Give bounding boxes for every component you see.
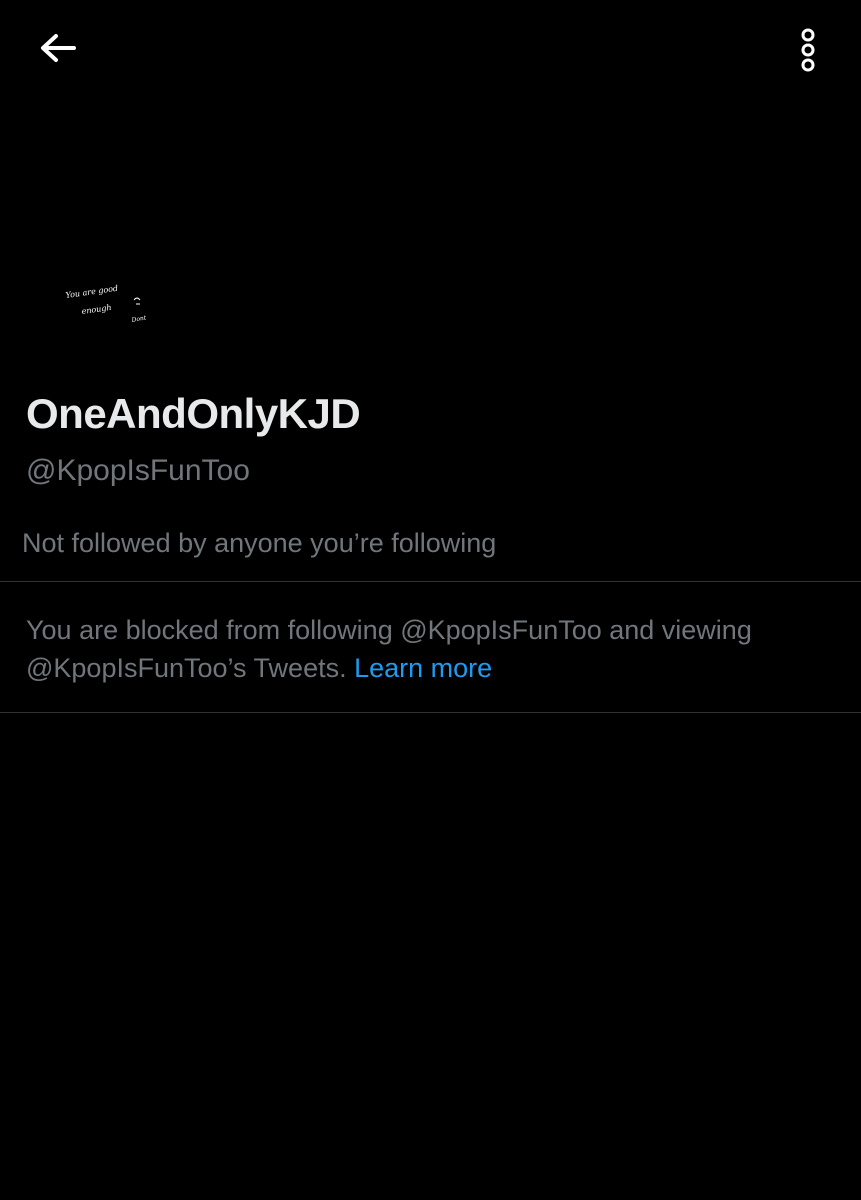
profile-handle: @KpopIsFunToo (26, 454, 250, 487)
avatar-text-line2: enough (81, 303, 112, 316)
avatar-text-line1: You are good (65, 284, 119, 300)
top-app-bar (0, 0, 861, 100)
avatar[interactable]: You are good enough Dont (52, 262, 182, 342)
divider (0, 712, 861, 713)
learn-more-link[interactable]: Learn more (354, 653, 492, 683)
avatar-handwriting-image: You are good enough Dont (65, 284, 147, 324)
arrow-left-icon (41, 34, 76, 62)
more-vertical-icon (801, 28, 815, 72)
followers-you-know-text: Not followed by anyone you’re following (22, 528, 497, 558)
avatar-text-line3: Dont (130, 314, 147, 324)
more-options-button[interactable] (784, 20, 832, 80)
back-button[interactable] (28, 22, 88, 74)
profile-display-name: OneAndOnlyKJD (26, 390, 361, 437)
divider (0, 581, 861, 582)
blocked-notice: You are blocked from following @KpopIsFu… (26, 611, 841, 687)
